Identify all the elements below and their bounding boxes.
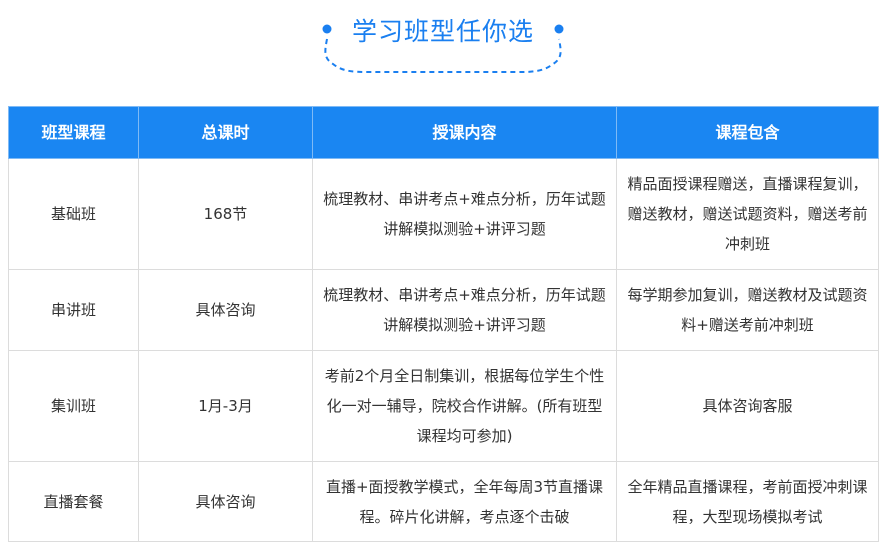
cell-content: 直播+面授教学模式，全年每周3节直播课程。碎片化讲解，考点逐个击破 <box>312 461 617 542</box>
cell-includes: 每学期参加复训，赠送教材及试题资料+赠送考前冲刺班 <box>616 269 879 351</box>
course-table-container: 班型课程 总课时 授课内容 课程包含 基础班 168节 梳理教材、串讲考点+难点… <box>8 106 879 542</box>
cell-includes: 精品面授课程赠送，直播课程复训，赠送教材，赠送试题资料，赠送考前冲刺班 <box>616 158 879 270</box>
cell-hours: 1月-3月 <box>138 350 313 462</box>
header-course-includes: 课程包含 <box>616 106 879 159</box>
table-row: 直播套餐 具体咨询 直播+面授教学模式，全年每周3节直播课程。碎片化讲解，考点逐… <box>8 461 879 542</box>
cell-course-name: 基础班 <box>8 158 139 270</box>
cell-content: 梳理教材、串讲考点+难点分析，历年试题讲解模拟测验+讲评习题 <box>312 269 617 351</box>
title-badge: 学习班型任你选 <box>319 6 567 76</box>
header-teaching-content: 授课内容 <box>312 106 617 159</box>
cell-course-name: 串讲班 <box>8 269 139 351</box>
table-row: 串讲班 具体咨询 梳理教材、串讲考点+难点分析，历年试题讲解模拟测验+讲评习题 … <box>8 269 879 351</box>
cell-course-name: 直播套餐 <box>8 461 139 542</box>
cell-hours: 具体咨询 <box>138 269 313 351</box>
cell-content: 梳理教材、串讲考点+难点分析，历年试题讲解模拟测验+讲评习题 <box>312 158 617 270</box>
header-course-type: 班型课程 <box>8 106 139 159</box>
table-row: 集训班 1月-3月 考前2个月全日制集训，根据每位学生个性化一对一辅导，院校合作… <box>8 350 879 462</box>
page: 学习班型任你选 班型课程 总课时 授课内容 课程包含 基础班 168节 梳理教材… <box>0 0 885 548</box>
table-header-row: 班型课程 总课时 授课内容 课程包含 <box>8 106 879 159</box>
cell-course-name: 集训班 <box>8 350 139 462</box>
cell-content: 考前2个月全日制集训，根据每位学生个性化一对一辅导，院校合作讲解。(所有班型课程… <box>312 350 617 462</box>
table-row: 基础班 168节 梳理教材、串讲考点+难点分析，历年试题讲解模拟测验+讲评习题 … <box>8 158 879 270</box>
cell-includes: 全年精品直播课程，考前面授冲刺课程，大型现场模拟考试 <box>616 461 879 542</box>
cell-hours: 具体咨询 <box>138 461 313 542</box>
cell-hours: 168节 <box>138 158 313 270</box>
course-table: 班型课程 总课时 授课内容 课程包含 基础班 168节 梳理教材、串讲考点+难点… <box>8 106 879 542</box>
cell-includes: 具体咨询客服 <box>616 350 879 462</box>
page-title: 学习班型任你选 <box>351 17 534 46</box>
header-total-hours: 总课时 <box>138 106 313 159</box>
